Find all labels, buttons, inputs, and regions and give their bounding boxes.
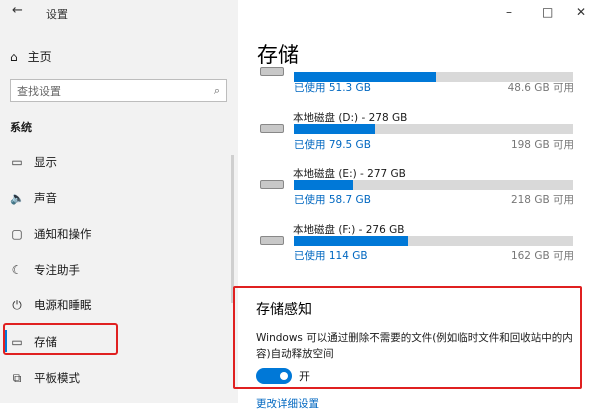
section-title: 系统 <box>10 121 32 134</box>
used-link[interactable]: 已使用 114 GB <box>294 248 368 263</box>
toggle-label: 开 <box>299 370 310 383</box>
drive-name[interactable]: 本地磁盘 (F:) - 276 GB <box>293 222 404 237</box>
nav-home-label: 主页 <box>27 50 52 64</box>
sidebar-item-label: 声音 <box>34 191 57 205</box>
sidebar-item-label: 电源和睡眠 <box>34 298 92 312</box>
free-space: 218 GB 可用 <box>510 194 574 206</box>
usage-fill <box>294 236 409 246</box>
search-input[interactable]: 查找设置 ⌕ <box>10 79 227 102</box>
back-arrow-icon[interactable]: ← <box>12 3 23 18</box>
sidebar-item-focus[interactable]: ☾ 专注助手 <box>10 262 80 278</box>
drive-name[interactable]: 本地磁盘 (E:) - 277 GB <box>293 166 406 181</box>
used-link[interactable]: 已使用 79.5 GB <box>294 137 371 152</box>
usage-fill <box>294 124 375 134</box>
sound-icon: 🔈 <box>10 191 25 205</box>
window-title: 设置 <box>46 8 68 21</box>
storage-sense-toggle[interactable] <box>256 368 292 384</box>
usage-bar <box>294 124 573 134</box>
sidebar-item-notifications[interactable]: ▢ 通知和操作 <box>10 226 92 242</box>
page-title: 存储 <box>257 43 299 67</box>
drive-icon <box>260 236 284 245</box>
sidebar-scrollbar[interactable] <box>231 155 234 303</box>
drive-icon <box>260 124 284 133</box>
storage-sense-title: 存储感知 <box>256 302 312 318</box>
sidebar-item-tablet[interactable]: ⧉ 平板模式 <box>10 370 80 386</box>
search-icon: ⌕ <box>213 83 220 97</box>
sidebar-item-power[interactable]: ⏻ 电源和睡眠 <box>10 297 92 313</box>
sidebar-item-label: 通知和操作 <box>34 227 92 241</box>
usage-bar <box>294 180 573 190</box>
used-link[interactable]: 已使用 58.7 GB <box>294 192 371 207</box>
home-icon: ⌂ <box>10 49 18 64</box>
drive-icon <box>260 67 284 76</box>
drive-icon <box>260 180 284 189</box>
close-button[interactable]: ✕ <box>576 5 586 19</box>
highlight-box-storage <box>3 323 118 355</box>
notification-icon: ▢ <box>11 227 23 241</box>
search-placeholder: 查找设置 <box>17 84 61 98</box>
sidebar-item-label: 平板模式 <box>34 371 80 385</box>
free-space: 162 GB 可用 <box>510 250 574 262</box>
drive-name[interactable]: 本地磁盘 (D:) - 278 GB <box>293 110 407 125</box>
nav-home[interactable]: ⌂ 主页 <box>10 48 52 65</box>
sidebar-item-sound[interactable]: 🔈 声音 <box>10 190 57 206</box>
maximize-button[interactable]: □ <box>542 5 553 19</box>
usage-bar <box>294 236 573 246</box>
sidebar-item-display[interactable]: ▭ 显示 <box>10 154 57 170</box>
storage-sense-description: Windows 可以通过删除不需要的文件(例如临时文件和回收站中的内容)自动释放… <box>256 332 573 360</box>
used-link[interactable]: 已使用 51.3 GB <box>294 80 371 95</box>
free-space: 198 GB 可用 <box>510 139 574 151</box>
moon-icon: ☾ <box>11 263 23 277</box>
usage-fill <box>294 180 353 190</box>
sidebar-item-label: 显示 <box>34 155 57 169</box>
sidebar: ← 设置 ⌂ 主页 查找设置 ⌕ 系统 ▭ 显示 🔈 声音 ▢ 通知和操作 ☾ … <box>0 0 238 403</box>
tablet-icon: ⧉ <box>12 370 22 385</box>
sidebar-item-label: 专注助手 <box>34 263 80 277</box>
change-settings-link[interactable]: 更改详细设置 <box>256 396 319 411</box>
display-icon: ▭ <box>11 155 23 169</box>
toggle-knob <box>280 372 288 380</box>
free-space: 48.6 GB 可用 <box>507 82 574 94</box>
minimize-button[interactable]: – <box>506 5 512 19</box>
power-icon: ⏻ <box>12 297 22 312</box>
